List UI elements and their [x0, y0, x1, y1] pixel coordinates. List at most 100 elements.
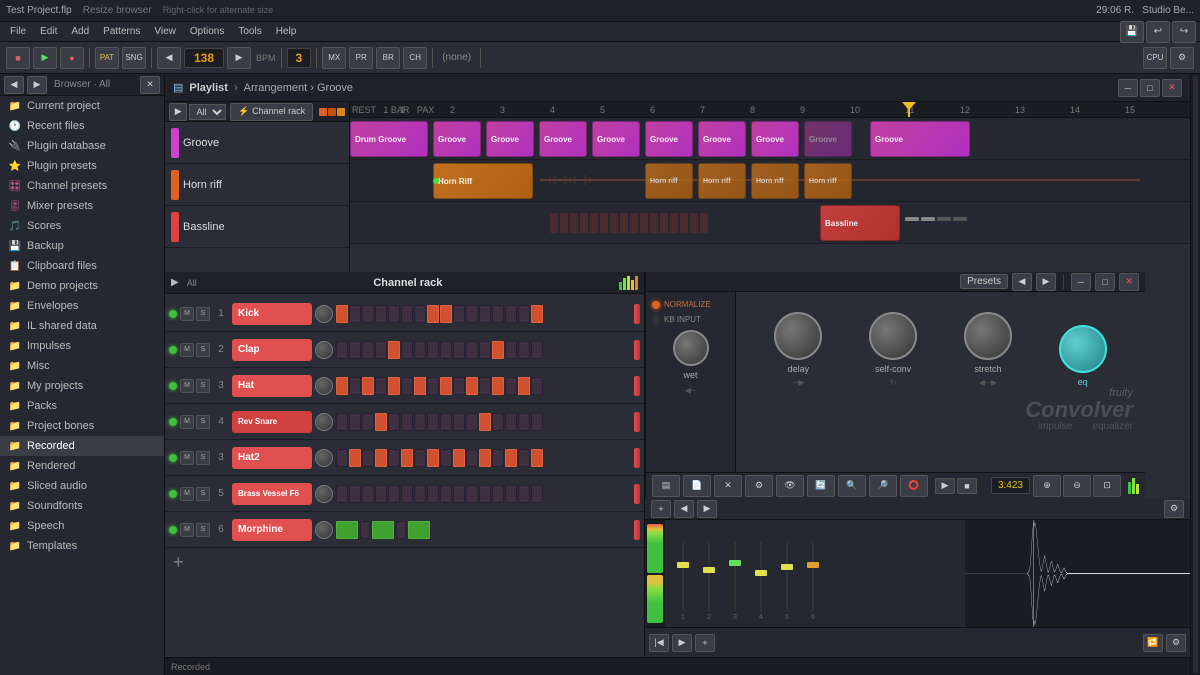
eq-knob[interactable]: [1059, 325, 1107, 373]
self-conv-knob[interactable]: [869, 312, 917, 360]
sidebar-item-current-project[interactable]: 📁 Current project: [0, 96, 164, 116]
fader-track-4[interactable]: [760, 542, 762, 612]
mixer-btn[interactable]: MX: [322, 47, 346, 69]
track-label-bassline[interactable]: Bassline: [165, 206, 349, 248]
cr-mute-morphine[interactable]: M: [180, 523, 194, 537]
fader-track-3[interactable]: [734, 542, 736, 612]
cpu-btn[interactable]: CPU: [1143, 47, 1167, 69]
fader-thumb-5[interactable]: [781, 564, 793, 570]
sidebar-item-my-projects[interactable]: 📁 My projects: [0, 376, 164, 396]
sidebar-item-plugin-database[interactable]: 🔌 Plugin database: [0, 136, 164, 156]
sidebar-item-clipboard[interactable]: 📋 Clipboard files: [0, 256, 164, 276]
track-label-horn[interactable]: Horn riff: [165, 164, 349, 206]
cr-channel-rev-snare[interactable]: M S 4 Rev Snare: [165, 404, 644, 440]
delay-knob[interactable]: [774, 312, 822, 360]
sidebar-item-scores[interactable]: 🎵 Scores: [0, 216, 164, 236]
fader-track-6[interactable]: [812, 542, 814, 612]
cr-vol-morphine[interactable]: [315, 521, 333, 539]
conv-tb-2[interactable]: 📄: [683, 475, 711, 497]
cr-mute-rev-snare[interactable]: M: [180, 415, 194, 429]
playlist-minimize-btn[interactable]: ─: [1118, 79, 1138, 97]
menu-options[interactable]: Options: [184, 24, 230, 39]
tempo-up-btn[interactable]: ▶: [227, 47, 251, 69]
add-channel-btn[interactable]: +: [165, 548, 644, 576]
stretch-knob[interactable]: [964, 312, 1012, 360]
sidebar-close-btn[interactable]: ✕: [140, 76, 160, 94]
fader-thumb-4[interactable]: [755, 570, 767, 576]
sidebar-forward-btn[interactable]: ▶: [27, 76, 47, 94]
pt-settings-2[interactable]: ⚙: [1166, 634, 1186, 652]
stop-btn[interactable]: ■: [6, 47, 30, 69]
cr-mute-clap[interactable]: M: [180, 343, 194, 357]
cr-solo-kick[interactable]: S: [196, 307, 210, 321]
sidebar-item-impulses[interactable]: 📁 Impulses: [0, 336, 164, 356]
song-mode-btn[interactable]: SNG: [122, 47, 146, 69]
block-horn-4[interactable]: Horn riff: [804, 163, 852, 199]
pl-channel-rack-btn[interactable]: ⚡ Channel rack: [230, 103, 313, 121]
cr-solo-morphine[interactable]: S: [196, 523, 210, 537]
sidebar-item-rendered[interactable]: 📁 Rendered: [0, 456, 164, 476]
sidebar-item-plugin-presets[interactable]: ⭐ Plugin presets: [0, 156, 164, 176]
wf-nav-right[interactable]: ▶: [697, 500, 717, 518]
tempo-display[interactable]: 138: [184, 48, 224, 68]
cr-solo-rev-snare[interactable]: S: [196, 415, 210, 429]
cr-name-morphine[interactable]: Morphine: [232, 519, 312, 541]
sidebar-item-mixer-presets[interactable]: 🎚 Mixer presets: [0, 196, 164, 216]
conv-zoom-in[interactable]: ⊕: [1033, 475, 1061, 497]
fader-thumb-2[interactable]: [703, 567, 715, 573]
sidebar-item-sliced-audio[interactable]: 📁 Sliced audio: [0, 476, 164, 496]
fader-thumb-3[interactable]: [729, 560, 741, 566]
right-scroll[interactable]: [1193, 76, 1198, 673]
cr-channel-morphine[interactable]: M S 6 Morphine: [165, 512, 644, 548]
playlist-maximize-btn[interactable]: □: [1140, 79, 1160, 97]
cr-name-brass[interactable]: Brass Vessel F6: [232, 483, 312, 505]
sidebar-item-demo-projects[interactable]: 📁 Demo projects: [0, 276, 164, 296]
menu-patterns[interactable]: Patterns: [97, 24, 146, 39]
sidebar-item-soundfonts[interactable]: 📁 Soundfonts: [0, 496, 164, 516]
presets-btn[interactable]: Presets: [960, 274, 1008, 289]
cr-vol-rev-snare[interactable]: [315, 413, 333, 431]
piano-roll-btn[interactable]: PR: [349, 47, 373, 69]
cr-channel-hat[interactable]: M S 3 Hat: [165, 368, 644, 404]
play-btn[interactable]: ▶: [33, 47, 57, 69]
cr-channel-clap[interactable]: M S 2 Clap: [165, 332, 644, 368]
sidebar-item-project-bones[interactable]: 📁 Project bones: [0, 416, 164, 436]
block-horn-riff-main[interactable]: Horn Riff: [433, 163, 533, 199]
vol-indicator-2[interactable]: [328, 108, 336, 116]
cr-channel-hat2[interactable]: M S 3 Hat2: [165, 440, 644, 476]
block-groove-5[interactable]: Groove: [645, 121, 693, 157]
conv-maximize-btn[interactable]: □: [1095, 273, 1115, 291]
wf-settings-btn[interactable]: ⚙: [1164, 500, 1184, 518]
sidebar-back-btn[interactable]: ◀: [4, 76, 24, 94]
block-bassline[interactable]: Bassline: [820, 205, 900, 241]
sidebar-item-recent-files[interactable]: 🕐 Recent files: [0, 116, 164, 136]
cr-vol-brass[interactable]: [315, 485, 333, 503]
conv-tb-1[interactable]: ▤: [652, 475, 680, 497]
conv-tb-7[interactable]: 🔍: [838, 475, 866, 497]
cr-vol-hat[interactable]: [315, 377, 333, 395]
menu-tools[interactable]: Tools: [232, 24, 267, 39]
track-filter-select[interactable]: All: [189, 104, 226, 120]
conv-tb-4[interactable]: ⚙: [745, 475, 773, 497]
menu-view[interactable]: View: [148, 24, 182, 39]
pt-loop-btn[interactable]: 🔁: [1143, 634, 1163, 652]
cr-vol-hat2[interactable]: [315, 449, 333, 467]
fader-thumb-6[interactable]: [807, 562, 819, 568]
conv-prev-btn[interactable]: ◀: [1012, 273, 1032, 291]
fader-track-1[interactable]: [682, 542, 684, 612]
conv-play-btn[interactable]: ▶: [935, 478, 955, 494]
block-groove-6[interactable]: Groove: [698, 121, 746, 157]
cr-mute-brass[interactable]: M: [180, 487, 194, 501]
vol-indicator-1[interactable]: [319, 108, 327, 116]
cr-mute-hat[interactable]: M: [180, 379, 194, 393]
wf-nav-left[interactable]: ◀: [674, 500, 694, 518]
block-horn-2[interactable]: Horn riff: [698, 163, 746, 199]
sidebar-item-il-shared[interactable]: 📁 IL shared data: [0, 316, 164, 336]
block-groove-7[interactable]: Groove: [751, 121, 799, 157]
block-groove-2[interactable]: Groove: [486, 121, 534, 157]
pt-back-btn[interactable]: |◀: [649, 634, 669, 652]
conv-tb-8[interactable]: 🔎: [869, 475, 897, 497]
pl-add-btn[interactable]: ▶: [169, 103, 187, 121]
sidebar-item-packs[interactable]: 📁 Packs: [0, 396, 164, 416]
cr-solo-brass[interactable]: S: [196, 487, 210, 501]
